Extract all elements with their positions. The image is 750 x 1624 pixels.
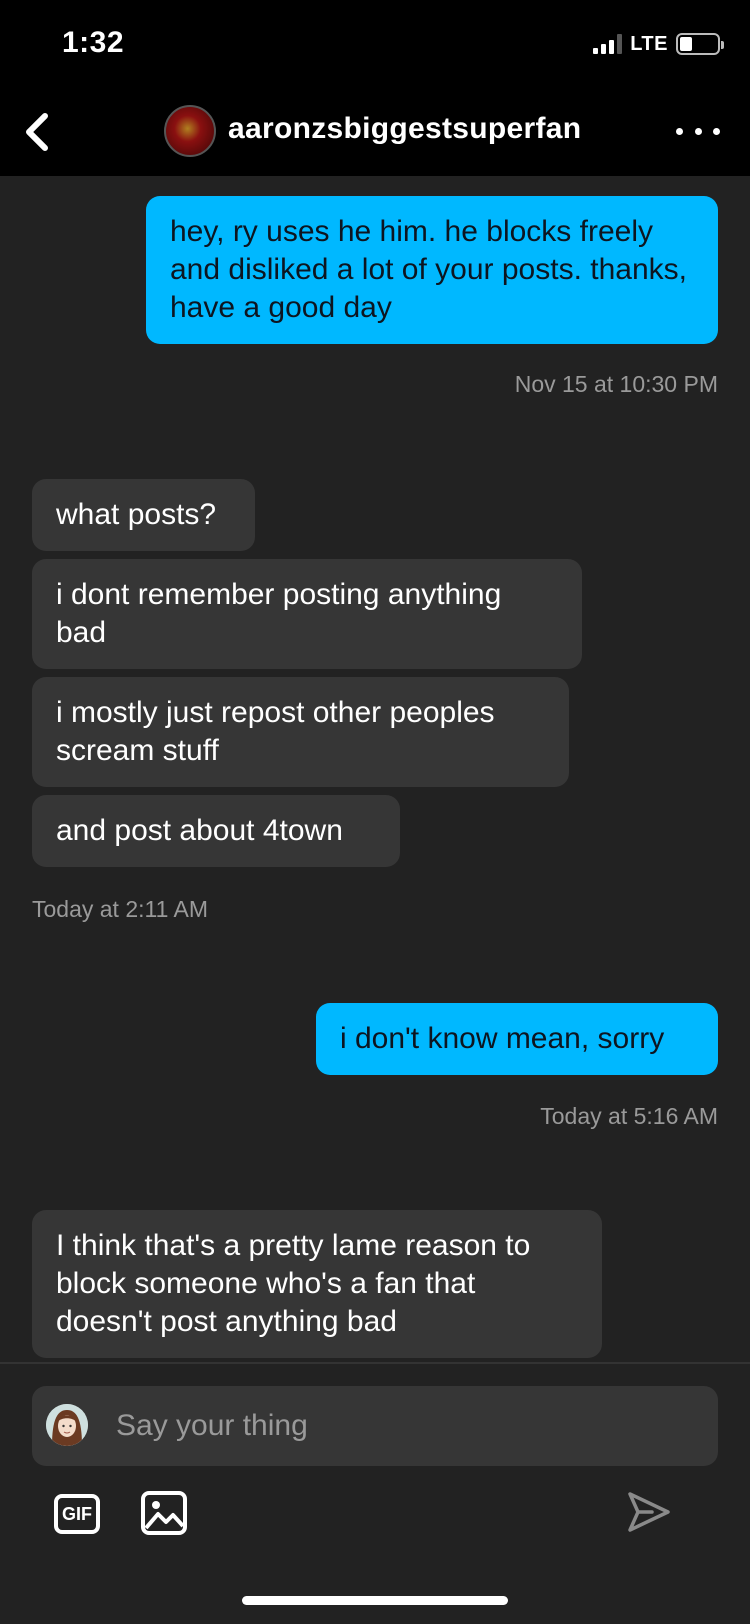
message-text: what posts? xyxy=(56,498,217,531)
network-label: LTE xyxy=(630,32,668,55)
message-text: i mostly just repost other peoples screa… xyxy=(56,696,495,767)
gif-button[interactable]: GIF xyxy=(54,1494,100,1534)
more-options-button[interactable] xyxy=(676,116,720,146)
message-text: I think that's a pretty lame reason to b… xyxy=(56,1229,531,1338)
dot-icon xyxy=(694,127,702,135)
message-bubble-incoming[interactable]: i dont remember posting anything bad xyxy=(32,559,582,669)
status-indicators: LTE xyxy=(593,32,724,56)
dot-icon xyxy=(676,127,683,135)
message-text: i don't know mean, sorry xyxy=(340,1022,665,1055)
message-bubble-incoming[interactable]: i mostly just repost other peoples screa… xyxy=(32,677,569,787)
back-button[interactable] xyxy=(12,108,60,156)
avatar[interactable] xyxy=(164,105,216,157)
message-input[interactable] xyxy=(116,1386,696,1466)
conversation-header: aaronzsbiggestsuperfan xyxy=(0,88,750,176)
conversation-title[interactable]: aaronzsbiggestsuperfan xyxy=(228,112,581,146)
message-bubble-incoming[interactable]: and post about 4town xyxy=(32,795,400,867)
message-composer xyxy=(32,1386,718,1466)
home-indicator[interactable] xyxy=(242,1596,508,1605)
chevron-left-icon xyxy=(26,113,48,151)
message-text: and post about 4town xyxy=(56,814,343,847)
message-text: i dont remember posting anything bad xyxy=(56,578,502,649)
signal-icon xyxy=(593,34,623,54)
message-text: hey, ry uses he him. he blocks freely an… xyxy=(170,215,687,324)
send-icon[interactable] xyxy=(626,1490,672,1534)
message-bubble-incoming[interactable]: what posts? xyxy=(32,479,255,551)
user-avatar-icon xyxy=(46,1404,88,1446)
message-timestamp: Today at 5:16 AM xyxy=(540,1103,718,1129)
message-bubble-outgoing[interactable]: i don't know mean, sorry xyxy=(316,1003,718,1075)
dot-icon xyxy=(713,127,720,135)
message-bubble-outgoing[interactable]: hey, ry uses he him. he blocks freely an… xyxy=(146,196,718,344)
image-icon[interactable] xyxy=(140,1490,188,1536)
status-bar: 1:32 LTE xyxy=(0,0,750,88)
battery-icon xyxy=(676,33,724,55)
composer-divider xyxy=(0,1362,750,1364)
gif-icon: GIF xyxy=(62,1503,92,1524)
status-time: 1:32 xyxy=(62,26,125,59)
message-timestamp: Nov 15 at 10:30 PM xyxy=(514,371,718,397)
user-avatar xyxy=(46,1404,88,1446)
message-bubble-incoming[interactable]: I think that's a pretty lame reason to b… xyxy=(32,1210,602,1358)
message-timestamp: Today at 2:11 AM xyxy=(32,896,209,922)
